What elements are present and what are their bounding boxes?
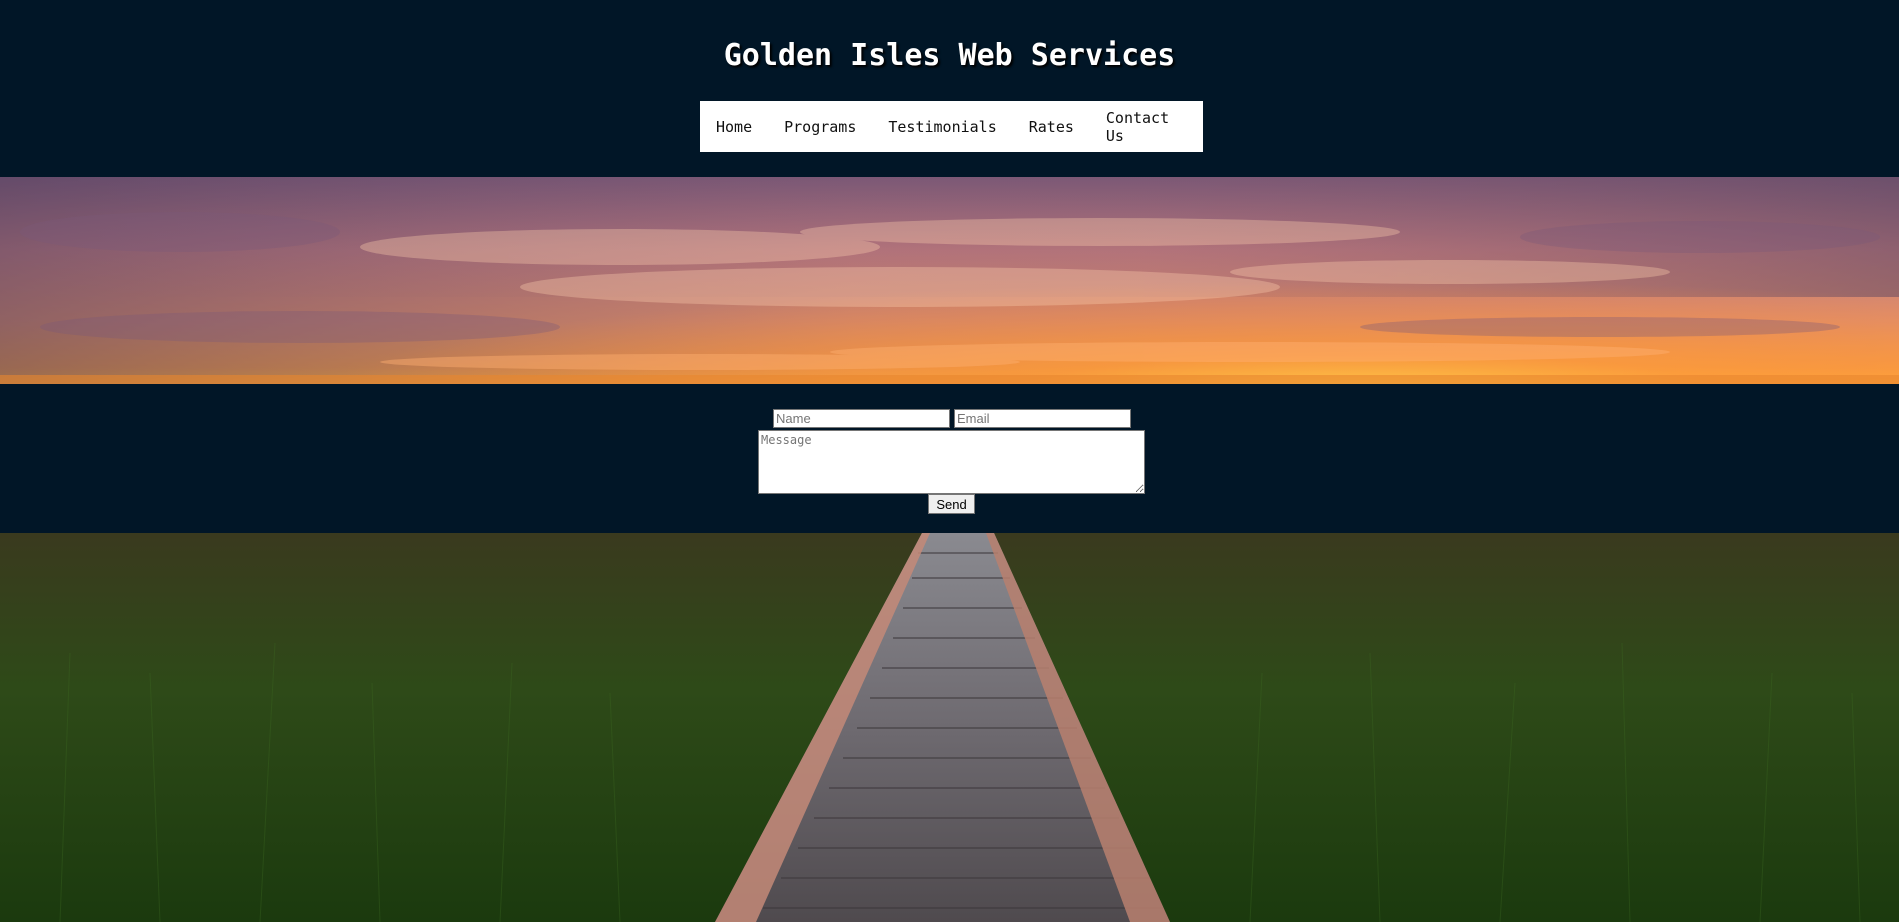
email-input[interactable]	[954, 409, 1131, 428]
nav-link-programs[interactable]: Programs	[768, 118, 872, 136]
send-button[interactable]: Send	[928, 494, 975, 514]
name-input[interactable]	[773, 409, 950, 428]
nav-link-testimonials[interactable]: Testimonials	[872, 118, 1012, 136]
message-textarea[interactable]	[758, 430, 1145, 494]
boardwalk-graphic	[0, 533, 1899, 922]
nav-link-home[interactable]: Home	[700, 118, 768, 136]
sunset-clouds-graphic	[0, 177, 1899, 384]
nav-link-rates[interactable]: Rates	[1013, 118, 1090, 136]
site-header: Golden Isles Web Services Home Programs …	[0, 0, 1899, 177]
nav-link-contact-us[interactable]: Contact Us	[1090, 109, 1203, 145]
main-nav: Home Programs Testimonials Rates Contact…	[700, 101, 1203, 152]
boardwalk-marsh-image	[0, 533, 1899, 922]
page: Golden Isles Web Services Home Programs …	[0, 0, 1899, 922]
site-title: Golden Isles Web Services	[723, 38, 1176, 73]
sunset-banner-image	[0, 177, 1899, 384]
